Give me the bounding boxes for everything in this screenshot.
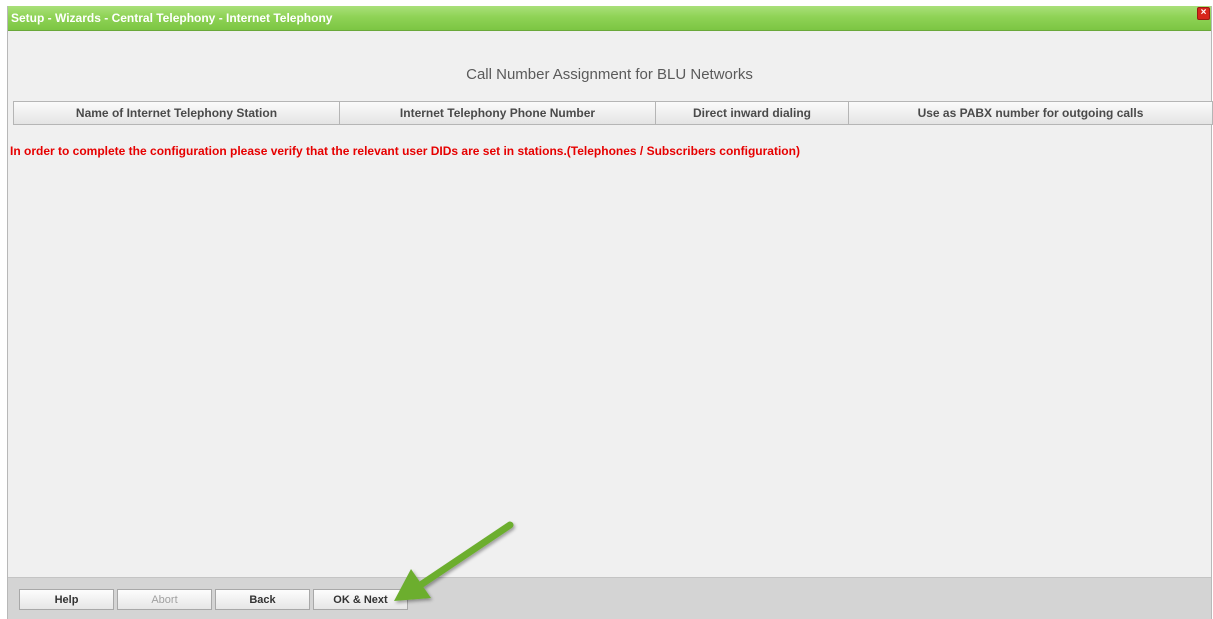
close-icon[interactable]: × (1197, 7, 1210, 20)
page-title: Call Number Assignment for BLU Networks (466, 66, 753, 83)
title-bar: Setup - Wizards - Central Telephony - In… (8, 6, 1211, 31)
column-header-pabx-number[interactable]: Use as PABX number for outgoing calls (849, 101, 1213, 125)
column-header-phone-number[interactable]: Internet Telephony Phone Number (340, 101, 656, 125)
back-button[interactable]: Back (215, 589, 310, 610)
button-bar: Help Abort Back OK & Next (8, 577, 1211, 619)
call-number-table: Name of Internet Telephony Station Inter… (13, 101, 1213, 125)
configuration-warning: In order to complete the configuration p… (10, 144, 800, 158)
help-button[interactable]: Help (19, 589, 114, 610)
green-arrow-icon (394, 521, 514, 601)
window-title: Setup - Wizards - Central Telephony - In… (11, 11, 333, 25)
abort-button: Abort (117, 589, 212, 610)
column-header-station-name[interactable]: Name of Internet Telephony Station (13, 101, 340, 125)
column-header-direct-inward-dialing[interactable]: Direct inward dialing (656, 101, 849, 125)
wizard-window: Setup - Wizards - Central Telephony - In… (7, 6, 1213, 619)
